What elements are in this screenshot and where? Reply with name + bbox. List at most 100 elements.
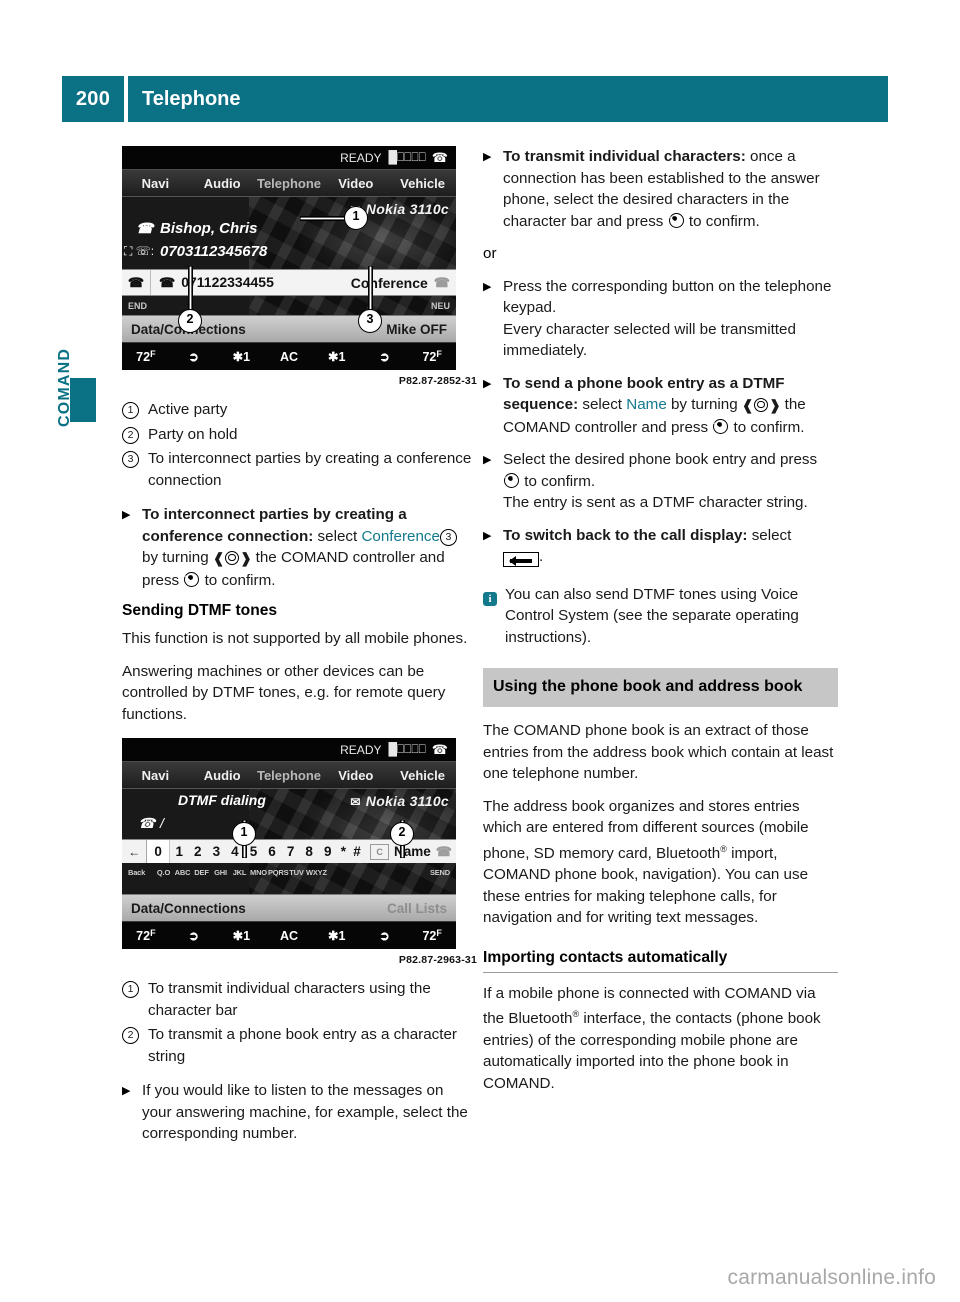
held-call-icon: ☎ [159,275,176,290]
step-send-mid: by turning [666,396,742,413]
heading-sending-dtmf-tones: Sending DTMF tones [122,602,278,619]
held-call-row[interactable]: ☎ ☎ 071122334455 Conference ☎ [122,269,456,296]
char-key-hash[interactable]: # [350,844,365,859]
softkey-neu[interactable]: NEU [431,301,450,311]
legend2-item-1: 1 To transmit individual characters usin… [122,978,477,1021]
step-press-keypad-sub: Every character selected will be transmi… [483,319,838,362]
status-ready-label-2: READY [340,742,382,757]
active-party-name: ☎ Bishop, Chris [136,220,258,237]
ac-label-2: AC [279,928,299,943]
char-key-2[interactable]: 2 [189,844,208,859]
left-column: READY █⎕⎕⎕⎕ ☎ Navi Audio Telephone Video… [122,146,477,1156]
send-label[interactable]: SEND [430,868,450,877]
char-key-6[interactable]: 6 [263,844,282,859]
legend-text-3: To interconnect parties by creating a co… [148,450,472,489]
char-key-star[interactable]: * [337,844,350,859]
char-key-1[interactable]: 1 [170,844,189,859]
data-connections-button-2[interactable]: Data/Connections [131,901,246,916]
back-label[interactable]: Back [128,868,154,877]
char-key-9[interactable]: 9 [318,844,337,859]
fan-left: ✱1 [232,350,251,364]
step-switch-back: ▶ To switch back to the call display: se… [483,525,838,568]
step-switch-after: select [747,526,792,544]
held-party-number: ☎ 071122334455 [159,274,274,291]
step-interconnect-after: select [313,527,362,545]
active-call-panel: ✉Nokia 3110c ☎Bishop, Chris ⛶ ☏:07031123… [122,197,456,269]
page-number: 200 [62,76,124,122]
legend-circle-2: 2 [122,426,139,444]
step-select-entry-a: Select the desired phone book entry and … [503,451,818,468]
menu-item-telephone[interactable]: Telephone [256,176,323,191]
step-callout-circle-3: 3 [439,528,457,546]
char-key-8[interactable]: 8 [300,844,319,859]
conference-button[interactable]: Conference [351,275,428,291]
legend-circle-1: 1 [122,402,139,419]
step-switch-bold: To switch back to the call display: [503,526,748,544]
conference-menu-word: Conference [361,527,440,545]
dtmf-input-value: / [160,815,164,831]
legend-circle-3: 3 [122,451,139,468]
active-party-name-text: Bishop, Chris [160,220,258,237]
mike-off-button[interactable]: Mike OFF [386,322,447,337]
legend2-circle-2: 2 [122,1027,139,1044]
letter-group-1: ABC [174,867,191,877]
letter-group-5: MNO [250,867,267,877]
letter-group-4: JKL [232,867,247,877]
menu-item-telephone-2[interactable]: Telephone [256,768,323,783]
climate-bar-dtmf: 72F ➲ ✱1 AC ✱1 ➲ 72F [122,921,456,949]
right-column: ▶ To transmit individual characters: onc… [483,146,838,1105]
legend2-circle-1: 1 [122,981,139,998]
signal-strength-icon-2: █⎕⎕⎕⎕ [388,742,426,756]
char-key-3[interactable]: 3 [207,844,226,859]
bottom-bar-dtmf[interactable]: Data/Connections Call Lists [122,894,456,921]
controller-press-icon-2 [668,212,684,228]
back-arrow-icon [503,552,539,567]
letter-group-8: WXYZ [306,867,327,877]
call-lists-button[interactable]: Call Lists [387,901,447,916]
menu-item-vehicle-2[interactable]: Vehicle [389,768,456,783]
active-call-phone-icon: ☎ [136,220,154,236]
char-key-7[interactable]: 7 [281,844,300,859]
dtmf-input-field[interactable]: ☎ / [138,815,164,831]
step-arrow-icon-6: ▶ [483,454,492,466]
page-header: 200 Telephone [62,76,888,122]
legend2-text-1: To transmit individual characters using … [148,980,431,1019]
status-ready-label: READY [340,150,382,165]
phone-icon: ☎ [431,149,448,165]
menu-item-navi-2[interactable]: Navi [122,768,189,783]
name-menu-word: Name [626,396,667,413]
legend-item-1: 1 Active party [122,399,477,421]
menu-item-video-2[interactable]: Video [322,768,389,783]
menu-item-vehicle[interactable]: Vehicle [389,176,456,191]
menu-item-audio-2[interactable]: Audio [189,768,256,783]
letter-group-6: PQRS [268,867,289,877]
legend2-text-2: To transmit a phone book entry as a char… [148,1026,457,1065]
legend-item-2: 2 Party on hold [122,424,477,446]
legend-item-3: 3 To interconnect parties by creating a … [122,448,477,491]
step-arrow-icon-4: ▶ [483,280,492,293]
step-listen-messages: ▶ If you would like to listen to the mes… [122,1080,477,1145]
callout-bubble-1: 1 [344,206,368,230]
send-call-icon[interactable]: ☎ [436,844,452,860]
fan-right: ✱1 [328,350,346,364]
para-dtmf-answering: Answering machines or other devices can … [122,662,446,723]
char-key-0[interactable]: 0 [147,840,170,863]
or-label: or [483,245,497,262]
para-importing-contacts: If a mobile phone is connected with COMA… [483,984,821,1092]
comand-main-menu-2[interactable]: Navi Audio Telephone Video Vehicle [122,761,456,789]
softkey-end[interactable]: END [128,301,147,311]
menu-item-navi[interactable]: Navi [122,176,189,191]
end-call-icon[interactable]: ☎ [122,270,151,295]
conference-phone-icon: ☎ [433,274,450,290]
step-send-after: select [578,396,627,413]
seat-vent-right-icon-2: ➲ [379,929,390,943]
page-title: Telephone [128,76,888,122]
comand-main-menu[interactable]: Navi Audio Telephone Video Vehicle [122,169,456,197]
menu-item-audio[interactable]: Audio [189,176,256,191]
bottom-bar-conference[interactable]: Data/Connections Mike OFF [122,315,456,342]
clear-key[interactable]: C [370,843,389,860]
active-party-number: ⛶ ☏: 0703112345678 [124,243,267,260]
left-arrow-icon[interactable]: ← [122,840,148,863]
menu-item-video[interactable]: Video [322,176,389,191]
figure-conference-call: READY █⎕⎕⎕⎕ ☎ Navi Audio Telephone Video… [122,146,477,370]
